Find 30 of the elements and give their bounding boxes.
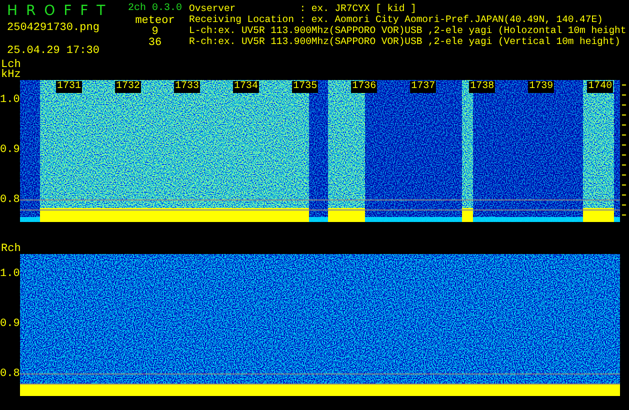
- meteor-count: 9: [152, 27, 158, 38]
- axis-label: 1.0: [0, 268, 20, 280]
- file-name: 2504291730.png: [7, 22, 100, 34]
- channel-label: Lch: [1, 60, 22, 70]
- axis-label: 0.8: [0, 194, 20, 206]
- info-line: Ovserver : ex. JR7CYX [ kid ]: [189, 3, 418, 14]
- time-label: 1737: [410, 81, 436, 93]
- time-label: 1734: [233, 81, 260, 93]
- time-label: 1731: [56, 81, 82, 93]
- meteor-count: 36: [148, 38, 162, 49]
- time-label: 1740: [587, 81, 614, 93]
- info-line: L-ch:ex. UV5R 113.900Mhz(SAPPORO VOR)USB ,2-ele yagi (Holozontal 10m height: [189, 25, 626, 36]
- axis-label: 1.0: [0, 94, 20, 106]
- axis-label: 0.9: [0, 144, 20, 156]
- timestamp: 25.04.29 17:30: [7, 45, 100, 57]
- axis-label: 0.8: [0, 368, 20, 380]
- time-label: 1732: [115, 81, 142, 93]
- time-label: 1733: [174, 81, 200, 93]
- unit-label: kHz: [1, 70, 22, 80]
- version-label: 2ch 0.3.0: [128, 3, 182, 15]
- info-line: Receiving Location : ex. Aomori City Aomori-Pref.JAPAN(40.49N, 140.47E): [189, 14, 604, 25]
- time-label: 1736: [351, 81, 378, 93]
- info-line: R-ch:ex. UV5R 113.900Mhz(SAPPORO VOR)USB ,2-ele yagi (Vertical 10m height): [189, 36, 622, 47]
- time-label: 1735: [292, 81, 318, 93]
- channel-label: Rch: [1, 244, 22, 254]
- count-label: meteor: [135, 15, 175, 27]
- app-title: H R O F F T: [7, 3, 108, 19]
- axis-label: 0.9: [0, 318, 20, 330]
- time-label: 1739: [528, 81, 554, 93]
- time-label: 1738: [469, 81, 496, 93]
